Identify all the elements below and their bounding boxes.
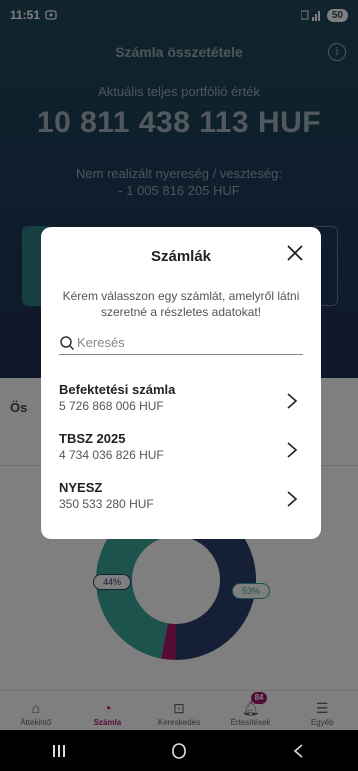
account-name: NYESZ: [59, 480, 103, 495]
account-item-befektetesi[interactable]: Befektetési számla 5 726 868 006 HUF: [59, 382, 303, 426]
search-field[interactable]: [59, 331, 303, 355]
recents-icon[interactable]: [51, 743, 67, 759]
account-name: Befektetési számla: [59, 382, 176, 397]
chevron-right-icon: [287, 491, 298, 507]
account-balance: 350 533 280 HUF: [59, 497, 154, 511]
back-icon[interactable]: [291, 743, 307, 759]
account-name: TBSZ 2025: [59, 431, 126, 446]
modal-title: Számlák: [150, 248, 212, 265]
search-icon: [60, 335, 75, 350]
close-icon[interactable]: [283, 241, 307, 265]
system-nav-bar: [0, 730, 358, 771]
chevron-right-icon: [287, 442, 298, 458]
account-balance: 5 726 868 006 HUF: [59, 399, 164, 413]
modal-description: Kérem válasszon egy számlát, amelyről lá…: [62, 289, 300, 319]
account-item-nyesz[interactable]: NYESZ 350 533 280 HUF: [59, 480, 303, 524]
account-item-tbsz-2025[interactable]: TBSZ 2025 4 734 036 826 HUF: [59, 431, 303, 475]
account-balance: 4 734 036 826 HUF: [59, 448, 164, 462]
chevron-right-icon: [287, 393, 298, 409]
search-input[interactable]: [77, 335, 297, 350]
accounts-modal: Számlák Kérem válasszon egy számlát, ame…: [41, 227, 321, 539]
home-nav-icon[interactable]: [170, 742, 188, 760]
